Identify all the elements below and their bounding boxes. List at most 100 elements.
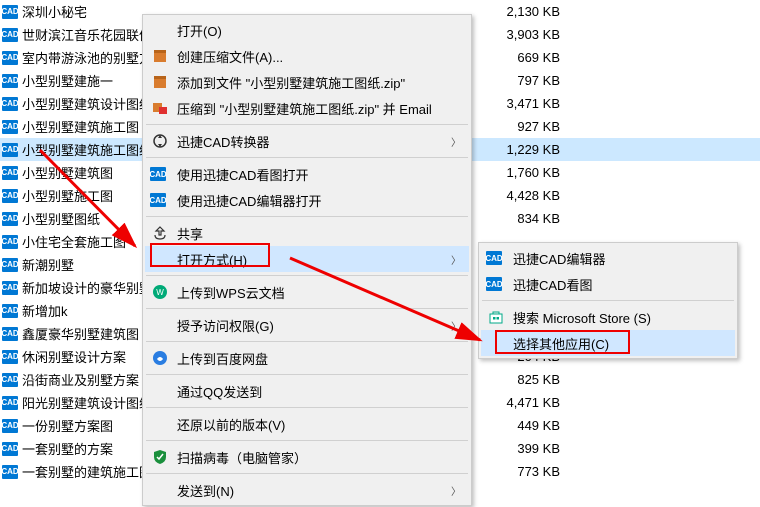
cad-file-icon: CAD xyxy=(2,327,18,341)
menu-grant-access[interactable]: 授予访问权限(G) 〉 xyxy=(145,312,469,338)
file-size: 834 KB xyxy=(480,211,560,226)
cad-file-icon: CAD xyxy=(2,51,18,65)
submenu-cad-viewer[interactable]: CAD 迅捷CAD看图 xyxy=(481,271,735,297)
menu-compress-email[interactable]: 压缩到 "小型别墅建筑施工图纸.zip" 并 Email xyxy=(145,95,469,121)
baidu-icon xyxy=(151,349,169,367)
file-size: 669 KB xyxy=(480,50,560,65)
cad-file-icon: CAD xyxy=(2,258,18,272)
file-name: 一套别墅的方案 xyxy=(22,439,142,458)
file-name: 世财滨江音乐花园联体 xyxy=(22,25,142,44)
file-name: 小型别墅建筑施工图纸 xyxy=(22,140,142,159)
store-icon xyxy=(487,308,505,326)
file-size: 399 KB xyxy=(480,441,560,456)
menu-separator xyxy=(146,157,468,158)
file-size: 927 KB xyxy=(480,119,560,134)
menu-send-qq[interactable]: 通过QQ发送到 xyxy=(145,378,469,404)
menu-create-archive[interactable]: 创建压缩文件(A)... xyxy=(145,43,469,69)
cad-file-icon: CAD xyxy=(2,212,18,226)
menu-separator xyxy=(146,374,468,375)
open-with-submenu: CAD 迅捷CAD编辑器 CAD 迅捷CAD看图 搜索 Microsoft St… xyxy=(478,242,738,359)
file-name: 小住宅全套施工图 xyxy=(22,232,142,251)
file-size: 773 KB xyxy=(480,464,560,479)
shield-icon xyxy=(151,448,169,466)
menu-separator xyxy=(146,275,468,276)
menu-separator xyxy=(146,216,468,217)
file-name: 沿街商业及别墅方案 xyxy=(22,370,142,389)
menu-upload-baidu[interactable]: 上传到百度网盘 xyxy=(145,345,469,371)
context-menu: 打开(O) 创建压缩文件(A)... 添加到文件 "小型别墅建筑施工图纸.zip… xyxy=(142,14,472,506)
menu-separator xyxy=(146,407,468,408)
cad-file-icon: CAD xyxy=(2,120,18,134)
file-size: 3,471 KB xyxy=(480,96,560,111)
chevron-right-icon: 〉 xyxy=(451,483,461,498)
menu-separator xyxy=(146,440,468,441)
file-size: 3,903 KB xyxy=(480,27,560,42)
file-name: 小型别墅建施一 xyxy=(22,71,142,90)
menu-cad-converter[interactable]: 迅捷CAD转换器 〉 xyxy=(145,128,469,154)
file-name: 新增加k xyxy=(22,301,142,320)
chevron-right-icon: 〉 xyxy=(451,318,461,333)
file-size: 797 KB xyxy=(480,73,560,88)
menu-separator xyxy=(146,473,468,474)
file-size: 449 KB xyxy=(480,418,560,433)
menu-separator xyxy=(146,308,468,309)
file-name: 小型别墅建筑设计图细 xyxy=(22,94,142,113)
menu-open[interactable]: 打开(O) xyxy=(145,17,469,43)
file-name: 小型别墅图纸 xyxy=(22,209,142,228)
file-size: 825 KB xyxy=(480,372,560,387)
menu-separator xyxy=(146,124,468,125)
file-name: 小型别墅建筑施工图 xyxy=(22,117,142,136)
cad-file-icon: CAD xyxy=(2,166,18,180)
menu-add-to-zip[interactable]: 添加到文件 "小型别墅建筑施工图纸.zip" xyxy=(145,69,469,95)
submenu-cad-editor[interactable]: CAD 迅捷CAD编辑器 xyxy=(481,245,735,271)
file-name: 休闲别墅设计方案 xyxy=(22,347,142,366)
cad-icon: CAD xyxy=(487,275,505,293)
archive-icon xyxy=(151,73,169,91)
file-name: 深圳小秘宅 xyxy=(22,2,142,21)
cad-icon: CAD xyxy=(151,165,169,183)
file-name: 小型别墅施工图 xyxy=(22,186,142,205)
file-size: 4,471 KB xyxy=(480,395,560,410)
cad-file-icon: CAD xyxy=(2,97,18,111)
menu-scan-virus[interactable]: 扫描病毒（电脑管家） xyxy=(145,444,469,470)
cad-file-icon: CAD xyxy=(2,143,18,157)
submenu-choose-other[interactable]: 选择其他应用(C) xyxy=(481,330,735,356)
share-icon xyxy=(151,224,169,242)
file-name: 小型别墅建筑图 xyxy=(22,163,142,182)
menu-open-viewer[interactable]: CAD 使用迅捷CAD看图打开 xyxy=(145,161,469,187)
file-name: 一套别墅的建筑施工图 xyxy=(22,462,142,481)
menu-separator xyxy=(146,341,468,342)
cad-icon: CAD xyxy=(151,191,169,209)
menu-upload-wps[interactable]: W 上传到WPS云文档 xyxy=(145,279,469,305)
cad-file-icon: CAD xyxy=(2,304,18,318)
menu-open-editor[interactable]: CAD 使用迅捷CAD编辑器打开 xyxy=(145,187,469,213)
cad-file-icon: CAD xyxy=(2,28,18,42)
menu-restore-prev[interactable]: 还原以前的版本(V) xyxy=(145,411,469,437)
chevron-right-icon: 〉 xyxy=(451,252,461,267)
file-name: 一份别墅方案图 xyxy=(22,416,142,435)
file-size: 2,130 KB xyxy=(480,4,560,19)
cad-file-icon: CAD xyxy=(2,442,18,456)
file-name: 新加坡设计的豪华别墅 xyxy=(22,278,142,297)
cad-file-icon: CAD xyxy=(2,373,18,387)
menu-send-to[interactable]: 发送到(N) 〉 xyxy=(145,477,469,503)
cad-file-icon: CAD xyxy=(2,350,18,364)
file-size: 4,428 KB xyxy=(480,188,560,203)
file-name: 鑫厦豪华别墅建筑图 2 xyxy=(22,324,142,343)
cad-file-icon: CAD xyxy=(2,281,18,295)
cad-file-icon: CAD xyxy=(2,419,18,433)
archive-email-icon xyxy=(151,99,169,117)
menu-separator xyxy=(482,300,734,301)
cad-file-icon: CAD xyxy=(2,74,18,88)
archive-icon xyxy=(151,47,169,65)
file-name: 新潮别墅 xyxy=(22,255,142,274)
cad-file-icon: CAD xyxy=(2,189,18,203)
submenu-search-store[interactable]: 搜索 Microsoft Store (S) xyxy=(481,304,735,330)
file-size: 1,229 KB xyxy=(480,142,560,157)
file-size: 1,760 KB xyxy=(480,165,560,180)
wps-icon: W xyxy=(151,283,169,301)
cad-file-icon: CAD xyxy=(2,235,18,249)
menu-open-with[interactable]: 打开方式(H) 〉 xyxy=(145,246,469,272)
menu-share[interactable]: 共享 xyxy=(145,220,469,246)
cad-icon: CAD xyxy=(487,249,505,267)
